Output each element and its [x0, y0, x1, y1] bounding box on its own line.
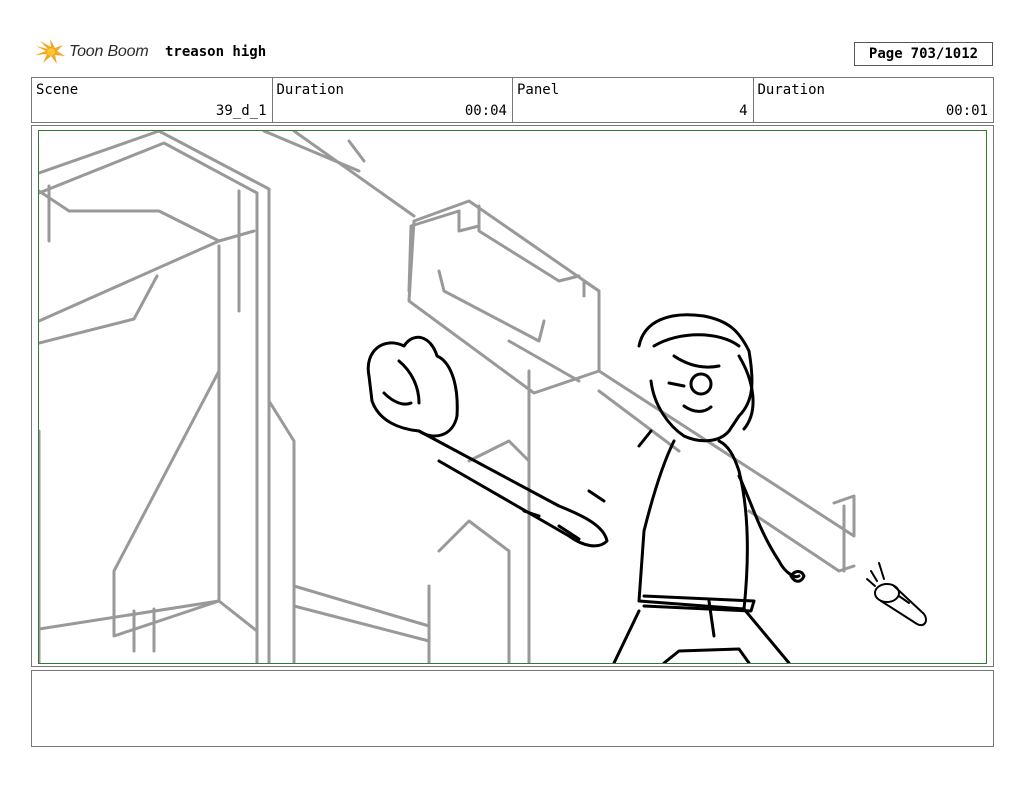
- panel-safe-area: [38, 130, 987, 664]
- page-label: Page: [868, 46, 903, 62]
- panel-duration-label: Duration: [757, 82, 825, 98]
- scene-label: Scene: [36, 82, 79, 98]
- panel-value: 4: [739, 103, 748, 119]
- page-number: 703/1012: [910, 46, 979, 62]
- toon-boom-logo: Toon Boom: [34, 38, 149, 66]
- storyboard-panel: [31, 125, 994, 667]
- scene-duration-value: 00:04: [464, 103, 507, 119]
- info-row: Scene 39_d_1 Duration 00:04 Panel 4 Dura…: [31, 77, 994, 123]
- panel-cell: Panel 4: [513, 78, 754, 122]
- project-title: treason high: [165, 44, 267, 60]
- projectile-sketch: [866, 562, 927, 627]
- scene-duration-label: Duration: [276, 82, 344, 98]
- torso: [637, 439, 749, 611]
- scene-cell: Scene 39_d_1: [32, 78, 273, 122]
- character-sketch: [366, 313, 806, 663]
- brand-name: Toon Boom: [69, 43, 149, 60]
- outstretched-arm: [417, 429, 609, 548]
- panel-notes: [31, 670, 994, 747]
- raised-fist: [366, 335, 459, 438]
- page-indicator: Page 703/1012: [854, 42, 993, 66]
- panel-sketch: [39, 131, 927, 663]
- panel-label: Panel: [517, 82, 560, 98]
- scene-duration-cell: Duration 00:04: [273, 78, 513, 122]
- scene-value: 39_d_1: [215, 103, 267, 119]
- toon-boom-logo-icon: [35, 39, 65, 64]
- panel-duration-value: 00:01: [945, 103, 988, 119]
- background-sketch-lines: [39, 131, 856, 663]
- panel-duration-cell: Duration 00:01: [754, 78, 994, 122]
